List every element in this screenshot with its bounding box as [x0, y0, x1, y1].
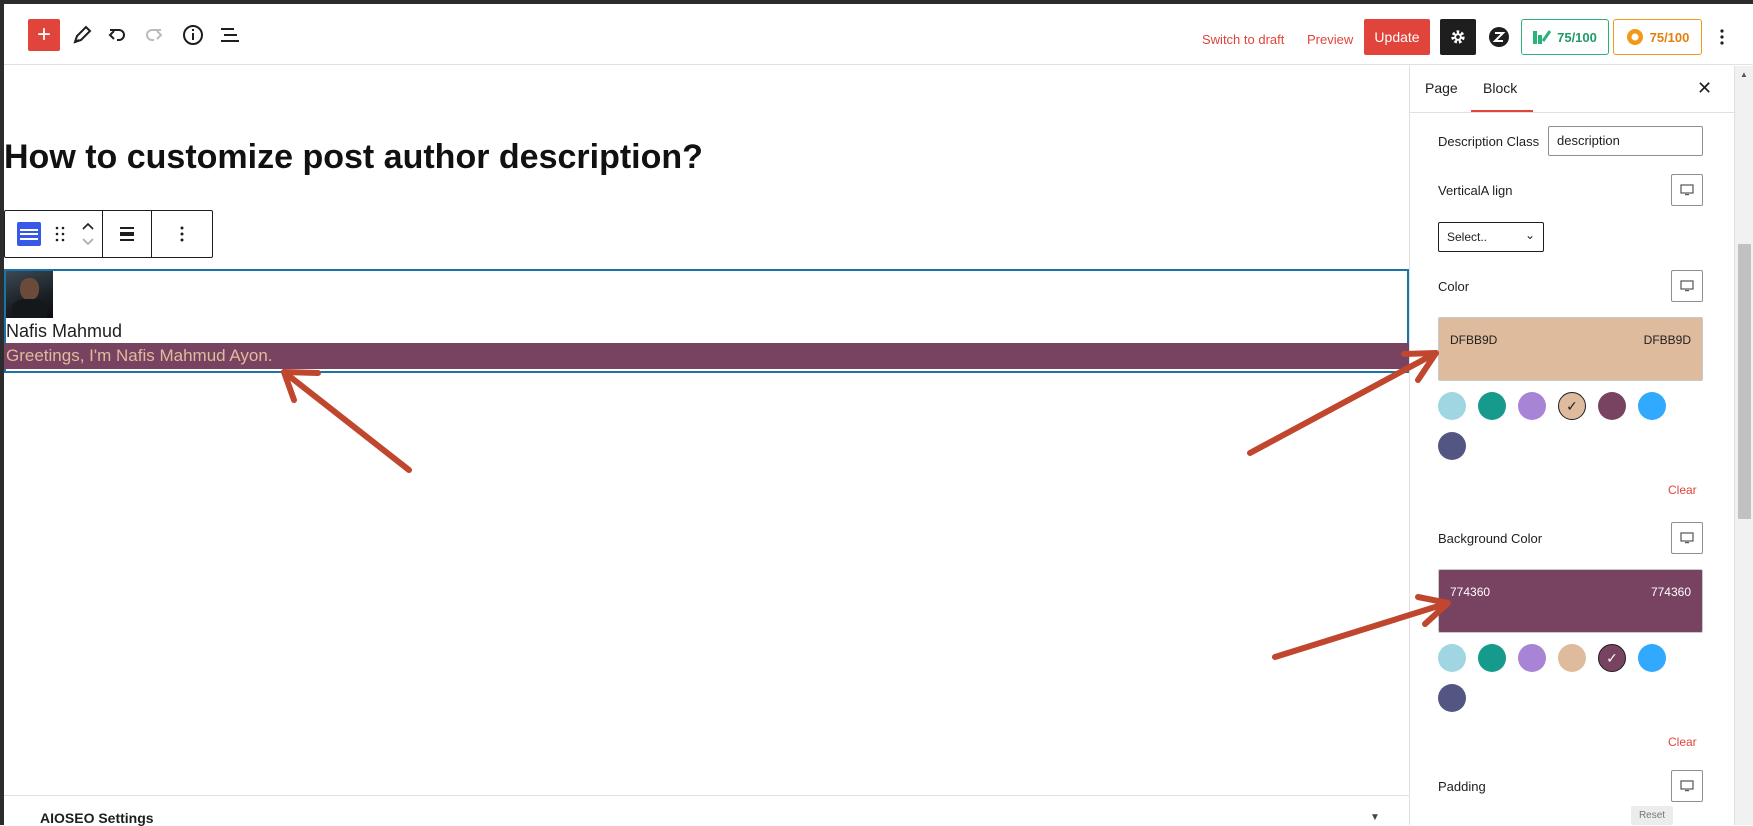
edit-pencil-icon[interactable] — [66, 19, 98, 51]
tab-page[interactable]: Page — [1425, 80, 1458, 96]
color-swatch-selected[interactable]: ✓ — [1558, 392, 1586, 420]
scroll-up-arrow-icon[interactable]: ▲ — [1740, 70, 1748, 79]
gear-icon[interactable] — [1440, 19, 1476, 55]
sidebar-tabs: Page Block ✕ — [1410, 66, 1734, 113]
color-preview[interactable]: DFBB9D DFBB9D — [1438, 317, 1703, 381]
active-tab-indicator — [1471, 110, 1533, 112]
color-swatch[interactable] — [1478, 644, 1506, 672]
author-description: Greetings, I'm Nafis Mahmud Ayon. — [4, 343, 1409, 369]
desktop-icon[interactable] — [1671, 174, 1703, 206]
add-block-button[interactable]: + — [28, 19, 60, 51]
color-swatch[interactable] — [1558, 644, 1586, 672]
color-label: Color — [1438, 279, 1470, 294]
vertical-align-select[interactable]: Select.. ⌄ — [1438, 222, 1544, 252]
editor-canvas: How to customize post author description… — [4, 66, 1409, 826]
color-swatch[interactable] — [1478, 392, 1506, 420]
desktop-icon[interactable] — [1671, 770, 1703, 802]
info-icon[interactable] — [177, 19, 209, 51]
color-swatch[interactable] — [1438, 432, 1466, 460]
update-button[interactable]: Update — [1364, 19, 1430, 55]
list-view-icon[interactable] — [214, 19, 246, 51]
scrollbar[interactable]: ▲ — [1734, 66, 1753, 825]
color-swatch[interactable] — [1438, 644, 1466, 672]
seo-score-button[interactable]: 75/100 — [1613, 19, 1702, 55]
background-hex-left: 774360 — [1450, 585, 1491, 599]
move-up-down-icon[interactable] — [81, 220, 95, 248]
block-toolbar — [4, 210, 213, 258]
checkmark-icon: ✓ — [1566, 397, 1578, 414]
redo-icon[interactable] — [138, 19, 170, 51]
score-orange-value: 75/100 — [1649, 29, 1690, 45]
chevron-down-icon: ⌄ — [1524, 228, 1535, 242]
align-icon[interactable] — [103, 211, 152, 257]
color-hex-right: DFBB9D — [1643, 333, 1691, 347]
readability-score-button[interactable]: 75/100 — [1521, 19, 1609, 55]
tab-block[interactable]: Block — [1483, 80, 1517, 96]
color-swatch[interactable] — [1638, 392, 1666, 420]
color-hex-left: DFBB9D — [1450, 333, 1498, 347]
post-title[interactable]: How to customize post author description… — [4, 138, 703, 177]
color-swatch[interactable] — [1518, 644, 1546, 672]
author-avatar — [6, 271, 53, 318]
author-block-icon[interactable] — [17, 222, 41, 246]
padding-label: Padding — [1438, 779, 1486, 794]
more-vertical-icon[interactable] — [1710, 19, 1734, 55]
background-clear-button[interactable]: Clear — [1668, 735, 1697, 749]
background-color-label: Background Color — [1438, 531, 1543, 546]
editor-header: + Switch to draft Preview Update 75/100 … — [4, 4, 1753, 65]
scrollbar-thumb[interactable] — [1738, 244, 1751, 519]
author-block[interactable]: Nafis Mahmud Greetings, I'm Nafis Mahmud… — [4, 269, 1409, 373]
description-class-input[interactable]: description — [1548, 126, 1703, 156]
vertical-align-label: VerticalA lign — [1438, 183, 1513, 198]
aioseo-settings-panel[interactable]: AIOSEO Settings ▼ — [4, 795, 1409, 826]
settings-sidebar: Page Block ✕ Description Class descripti… — [1409, 66, 1734, 825]
color-swatch[interactable] — [1438, 392, 1466, 420]
desktop-icon[interactable] — [1671, 270, 1703, 302]
caret-down-icon[interactable]: ▼ — [1370, 812, 1380, 823]
orange-gear-icon — [1626, 29, 1643, 45]
switch-to-draft-button[interactable]: Switch to draft — [1202, 23, 1284, 55]
color-clear-button[interactable]: Clear — [1668, 483, 1697, 497]
block-options-icon[interactable] — [152, 211, 212, 257]
score-bars-icon — [1533, 30, 1552, 44]
vertical-align-select-value: Select.. — [1447, 230, 1488, 244]
close-icon[interactable]: ✕ — [1697, 78, 1712, 99]
color-swatch[interactable] — [1518, 392, 1546, 420]
background-hex-right: 774360 — [1650, 585, 1691, 599]
author-name: Nafis Mahmud — [6, 321, 123, 341]
seo-icon[interactable] — [1485, 23, 1513, 51]
preview-button[interactable]: Preview — [1307, 23, 1353, 55]
drag-handle-icon[interactable] — [55, 226, 65, 242]
background-color-preview[interactable]: 774360 774360 — [1438, 569, 1703, 633]
aioseo-settings-label: AIOSEO Settings — [40, 810, 154, 826]
desktop-icon[interactable] — [1671, 522, 1703, 554]
description-class-label: Description Class — [1438, 134, 1540, 149]
score-green-value: 75/100 — [1557, 29, 1597, 45]
undo-icon[interactable] — [101, 19, 133, 51]
color-swatch[interactable] — [1598, 392, 1626, 420]
color-swatch[interactable] — [1638, 644, 1666, 672]
reset-button[interactable]: Reset — [1631, 806, 1673, 825]
color-swatch[interactable] — [1438, 684, 1466, 712]
color-swatch-selected[interactable]: ✓ — [1598, 644, 1626, 672]
checkmark-icon: ✓ — [1606, 649, 1618, 666]
